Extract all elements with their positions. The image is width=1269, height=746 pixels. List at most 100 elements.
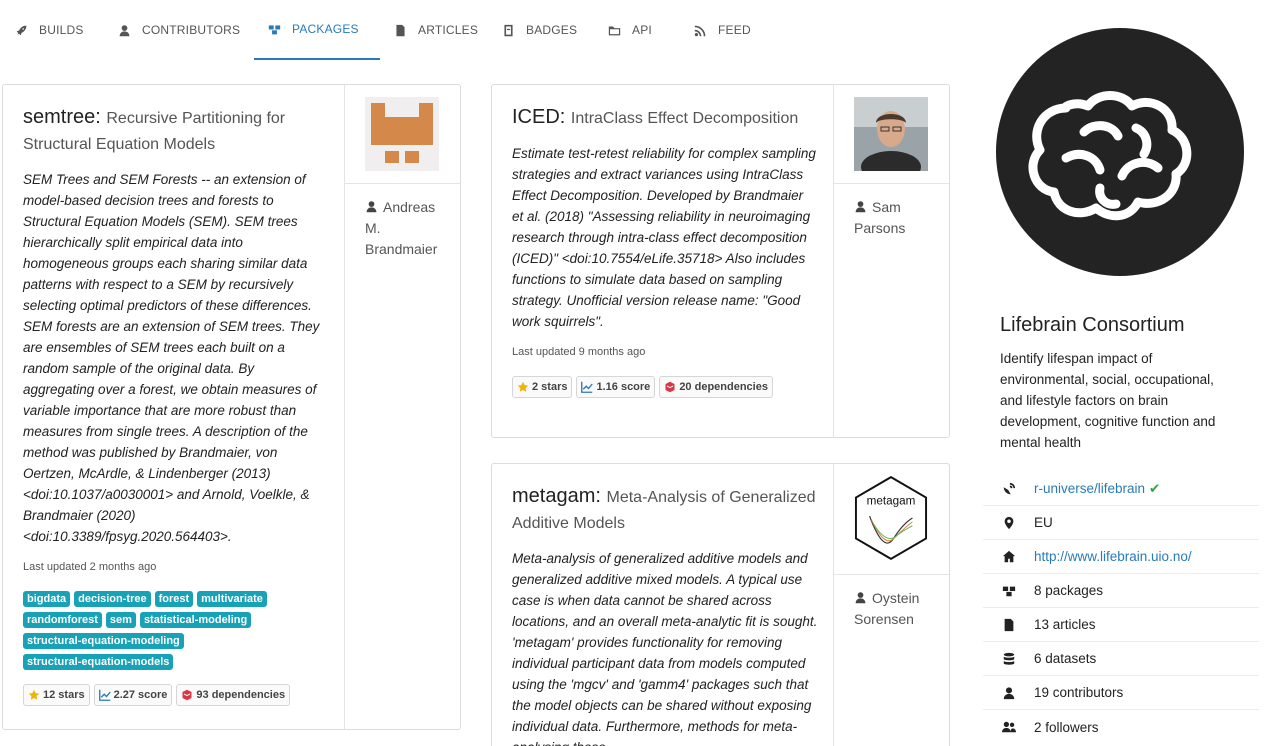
tab-label: BADGES (526, 23, 578, 37)
tab-label: ARTICLES (418, 23, 479, 37)
website-row: http://www.lifebrain.uio.no/ (983, 540, 1259, 574)
packages-row[interactable]: 8 packages (983, 574, 1259, 608)
articles-row[interactable]: 13 articles (983, 608, 1259, 642)
maintainer-avatar[interactable] (854, 97, 928, 171)
tab-packages[interactable]: PACKAGES (254, 0, 380, 60)
maintainer-panel: metagam Oystein Sorensen (833, 464, 949, 746)
topic-tags: bigdata decision-tree forest multivariat… (23, 591, 327, 670)
divider (834, 183, 949, 184)
user-icon (855, 201, 866, 213)
topic-tag[interactable]: statistical-modeling (139, 612, 252, 628)
file-icon (396, 24, 405, 36)
maintainer-panel: Sam Parsons (833, 85, 949, 437)
tab-builds[interactable]: BUILDS (15, 0, 84, 60)
website-link[interactable]: http://www.lifebrain.uio.no/ (1034, 549, 1192, 564)
repo-link[interactable]: r-universe/lifebrain (1034, 481, 1145, 496)
file-icon (1004, 618, 1014, 631)
tab-articles[interactable]: ARTICLES (394, 0, 478, 60)
badge-icon (504, 24, 513, 36)
stars-badge[interactable]: 2 stars (512, 376, 573, 398)
contributors-count: 19 contributors (1034, 685, 1124, 700)
tab-contributors[interactable]: CONTRIBUTORS (118, 0, 240, 60)
topic-tag[interactable]: randomforest (23, 612, 102, 628)
last-updated: Last updated 9 months ago (512, 346, 646, 358)
package-name[interactable]: semtree: (23, 106, 101, 128)
tab-label: PACKAGES (292, 22, 359, 36)
topic-tag[interactable]: structural-equation-modeling (23, 633, 184, 649)
package-name[interactable]: metagam: (512, 485, 601, 507)
maintainer-name[interactable]: Sam Parsons (854, 197, 936, 239)
dependencies-badge[interactable]: 93 dependencies (176, 684, 291, 706)
map-marker-icon (1004, 516, 1014, 529)
tab-label: CONTRIBUTORS (142, 23, 241, 37)
topic-tag[interactable]: decision-tree (74, 591, 151, 607)
tab-feed[interactable]: FEED (694, 0, 751, 60)
logo-text: metagam (867, 494, 916, 507)
tab-label: API (632, 23, 652, 37)
dependencies-count: 93 dependencies (196, 689, 286, 701)
followers-row[interactable]: 2 followers (983, 710, 1259, 744)
star-icon (28, 689, 40, 700)
organization-logo (996, 28, 1244, 276)
stars-count: 12 stars (43, 689, 85, 701)
package-card-iced: ICED: IntraClass Effect Decomposition Es… (491, 84, 950, 438)
maintainer-name[interactable]: Andreas M. Brandmaier (365, 197, 447, 260)
package-logo[interactable]: metagam (854, 474, 928, 562)
datasets-count: 6 datasets (1034, 651, 1097, 666)
package-title[interactable]: semtree: Recursive Partitioning for Stru… (23, 105, 327, 157)
package-name[interactable]: ICED: (512, 106, 565, 128)
package-card-semtree: semtree: Recursive Partitioning for Stru… (2, 84, 461, 730)
star-icon (517, 381, 529, 392)
last-updated: Last updated 2 months ago (23, 561, 157, 573)
package-title[interactable]: metagam: Meta-Analysis of Generalized Ad… (512, 484, 820, 536)
divider (345, 183, 460, 184)
dependencies-count: 20 dependencies (679, 381, 768, 393)
cubes-icon (268, 24, 281, 34)
contributors-row[interactable]: 19 contributors (983, 676, 1259, 710)
maintainer-avatar[interactable] (365, 97, 439, 171)
tab-badges[interactable]: BADGES (502, 0, 577, 60)
topic-tag[interactable]: sem (105, 612, 136, 628)
package-description: Meta-analysis of generalized additive mo… (512, 551, 818, 746)
organization-description: Identify lifespan impact of environmenta… (1000, 351, 1216, 450)
score-value: 1.16 score (596, 381, 651, 393)
topic-tag[interactable]: bigdata (23, 591, 71, 607)
repo-row: r-universe/lifebrain ✔ (983, 472, 1259, 506)
package-description: SEM Trees and SEM Forests -- an extensio… (23, 172, 320, 544)
maintainer-panel: Andreas M. Brandmaier (344, 85, 460, 729)
satellite-dish-icon (1003, 482, 1016, 494)
maintainer-name[interactable]: Oystein Sorensen (854, 588, 936, 630)
tab-api[interactable]: API (608, 0, 652, 60)
cube-icon (665, 381, 675, 393)
tab-label: FEED (718, 23, 751, 37)
verified-check-icon: ✔ (1149, 480, 1161, 496)
score-value: 2.27 score (113, 689, 168, 701)
user-icon (366, 201, 377, 213)
package-stats: 12 stars 2.27 score 93 dependencies (23, 684, 327, 706)
topic-tag[interactable]: forest (154, 591, 194, 607)
rss-icon (694, 25, 706, 36)
package-title[interactable]: ICED: IntraClass Effect Decomposition (512, 105, 816, 131)
package-stats: 2 stars 1.16 score 20 dependencies (512, 376, 816, 398)
topic-tag[interactable]: multivariate (197, 591, 267, 607)
divider (834, 574, 949, 575)
score-badge[interactable]: 1.16 score (576, 376, 656, 398)
package-description: Estimate test-retest reliability for com… (512, 146, 816, 329)
score-badge[interactable]: 2.27 score (93, 684, 173, 706)
chart-line-icon (98, 689, 111, 701)
package-card-metagam: metagam: Meta-Analysis of Generalized Ad… (491, 463, 950, 746)
package-subtitle: IntraClass Effect Decomposition (570, 110, 799, 127)
dependencies-badge[interactable]: 20 dependencies (659, 376, 773, 398)
user-icon (855, 592, 866, 604)
cubes-icon (1002, 586, 1016, 596)
stars-badge[interactable]: 12 stars (23, 684, 90, 706)
chart-line-icon (581, 381, 594, 393)
stars-count: 2 stars (532, 381, 568, 393)
top-nav: BUILDS CONTRIBUTORS PACKAGES ARTICLES BA… (0, 0, 960, 60)
articles-count: 13 articles (1034, 617, 1096, 632)
users-icon (1002, 721, 1016, 733)
organization-info-list: r-universe/lifebrain ✔ EU http://www.life… (983, 472, 1259, 744)
cube-icon (182, 689, 192, 701)
topic-tag[interactable]: structural-equation-models (23, 654, 174, 670)
datasets-row[interactable]: 6 datasets (983, 642, 1259, 676)
